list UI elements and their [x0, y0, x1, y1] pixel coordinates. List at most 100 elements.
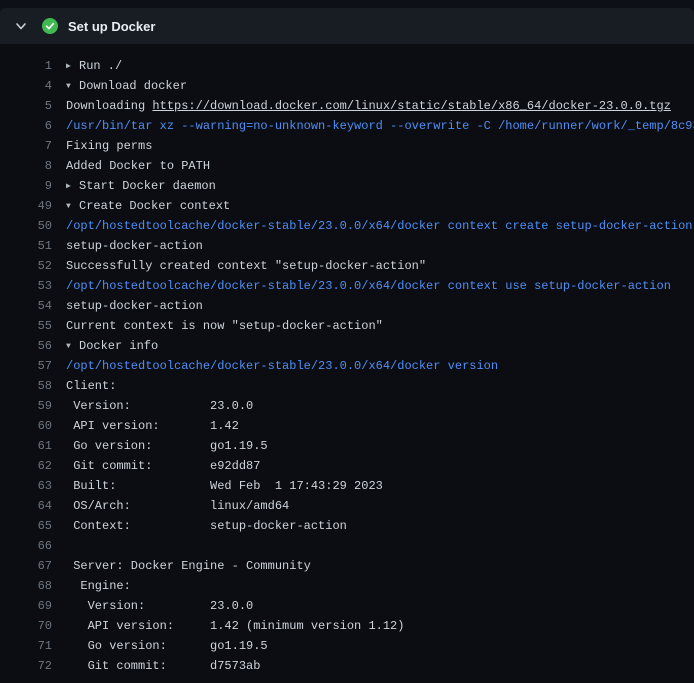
group-title: Start Docker daemon [79, 179, 216, 193]
line-number[interactable]: 54 [0, 296, 52, 316]
log-line-content: Engine: [66, 576, 694, 596]
line-number[interactable]: 7 [0, 136, 52, 156]
group-expanded-icon[interactable]: ▼ [66, 337, 79, 356]
log-line-content: /opt/hostedtoolcache/docker-stable/23.0.… [66, 276, 694, 296]
log-line: 67 Server: Docker Engine - Community [0, 556, 694, 576]
chevron-down-icon[interactable] [14, 19, 28, 33]
log-text: Git commit: e92dd87 [66, 459, 260, 473]
log-group-line[interactable]: 1 ▶Run ./ [0, 56, 694, 76]
line-number[interactable]: 72 [0, 656, 52, 676]
group-expanded-icon[interactable]: ▼ [66, 77, 79, 96]
log-text: Version: 23.0.0 [66, 399, 253, 413]
log-line-content: /opt/hostedtoolcache/docker-stable/23.0.… [66, 356, 694, 376]
log-text: Context: setup-docker-action [66, 519, 347, 533]
log-line: 5 Downloading https://download.docker.com… [0, 96, 694, 116]
log-line: 7 Fixing perms [0, 136, 694, 156]
line-number[interactable]: 4 [0, 76, 52, 96]
log-line-content: Fixing perms [66, 136, 694, 156]
log-line: 72 Git commit: d7573ab [0, 656, 694, 676]
log-text: Version: 23.0.0 [66, 599, 253, 613]
log-group-line[interactable]: 49 ▼Create Docker context [0, 196, 694, 216]
line-number[interactable]: 49 [0, 196, 52, 216]
log-line-content: Server: Docker Engine - Community [66, 556, 694, 576]
log-line-content: Go version: go1.19.5 [66, 436, 694, 456]
log-line: 61 Go version: go1.19.5 [0, 436, 694, 456]
log-line-content: /usr/bin/tar xz --warning=no-unknown-key… [66, 116, 694, 136]
line-number[interactable]: 64 [0, 496, 52, 516]
log-line: 54 setup-docker-action [0, 296, 694, 316]
line-number[interactable]: 68 [0, 576, 52, 596]
line-number[interactable]: 66 [0, 536, 52, 556]
line-number[interactable]: 69 [0, 596, 52, 616]
log-line-content: ▼Download docker [66, 76, 694, 96]
line-number[interactable]: 57 [0, 356, 52, 376]
log-line-content: ▼Create Docker context [66, 196, 694, 216]
log-lines: 1▶Run ./4▼Download docker5Downloading ht… [0, 44, 694, 683]
log-line: 60 API version: 1.42 [0, 416, 694, 436]
log-line: 55 Current context is now "setup-docker-a… [0, 316, 694, 336]
line-number[interactable]: 61 [0, 436, 52, 456]
line-number[interactable]: 63 [0, 476, 52, 496]
group-collapsed-icon[interactable]: ▶ [66, 177, 79, 196]
command-text: /opt/hostedtoolcache/docker-stable/23.0.… [66, 279, 671, 293]
line-number[interactable]: 70 [0, 616, 52, 636]
log-line: 58 Client: [0, 376, 694, 396]
line-number[interactable]: 52 [0, 256, 52, 276]
log-text: Go version: go1.19.5 [66, 639, 268, 653]
log-line: 53/opt/hostedtoolcache/docker-stable/23.… [0, 276, 694, 296]
line-number[interactable]: 65 [0, 516, 52, 536]
log-line: 62 Git commit: e92dd87 [0, 456, 694, 476]
step-header[interactable]: Set up Docker [0, 8, 694, 44]
line-number[interactable]: 60 [0, 416, 52, 436]
log-group-line[interactable]: 9 ▶Start Docker daemon [0, 176, 694, 196]
line-number[interactable]: 55 [0, 316, 52, 336]
line-number[interactable]: 59 [0, 396, 52, 416]
log-group-line[interactable]: 56 ▼Docker info [0, 336, 694, 356]
log-line-content: Built: Wed Feb 1 17:43:29 2023 [66, 476, 694, 496]
line-number[interactable]: 8 [0, 156, 52, 176]
download-url-link[interactable]: https://download.docker.com/linux/static… [152, 99, 670, 113]
log-text: Added Docker to PATH [66, 159, 210, 173]
log-text: OS/Arch: linux/amd64 [66, 499, 289, 513]
log-line-content: Git commit: d7573ab [66, 656, 694, 676]
step-title: Set up Docker [68, 19, 155, 34]
log-line-content: /opt/hostedtoolcache/docker-stable/23.0.… [66, 216, 694, 236]
log-line: 51setup-docker-action [0, 236, 694, 256]
line-number[interactable]: 58 [0, 376, 52, 396]
group-expanded-icon[interactable]: ▼ [66, 197, 79, 216]
log-text: Current context is now "setup-docker-act… [66, 319, 383, 333]
line-number[interactable]: 1 [0, 56, 52, 76]
command-text: /opt/hostedtoolcache/docker-stable/23.0.… [66, 359, 498, 373]
log-text: API version: 1.42 (minimum version 1.12) [66, 619, 404, 633]
log-text: Go version: go1.19.5 [66, 439, 268, 453]
log-line: 68 Engine: [0, 576, 694, 596]
line-number[interactable]: 50 [0, 216, 52, 236]
line-number[interactable]: 62 [0, 456, 52, 476]
group-collapsed-icon[interactable]: ▶ [66, 57, 79, 76]
log-line: 63 Built: Wed Feb 1 17:43:29 2023 [0, 476, 694, 496]
line-number[interactable]: 53 [0, 276, 52, 296]
log-text: setup-docker-action [66, 299, 203, 313]
log-line: 59 Version: 23.0.0 [0, 396, 694, 416]
log-text: Fixing perms [66, 139, 152, 153]
line-number[interactable]: 6 [0, 116, 52, 136]
log-line-content: Current context is now "setup-docker-act… [66, 316, 694, 336]
log-text: API version: 1.42 [66, 419, 239, 433]
line-number[interactable]: 56 [0, 336, 52, 356]
log-line-content [66, 536, 694, 556]
log-group-line[interactable]: 4 ▼Download docker [0, 76, 694, 96]
line-number[interactable]: 67 [0, 556, 52, 576]
log-text: Downloading [66, 99, 152, 113]
log-line-content: ▼Docker info [66, 336, 694, 356]
success-check-icon [42, 18, 58, 34]
log-line-content: ▶Start Docker daemon [66, 176, 694, 196]
line-number[interactable]: 71 [0, 636, 52, 656]
line-number[interactable]: 51 [0, 236, 52, 256]
group-title: Run ./ [79, 59, 122, 73]
log-line-content: Version: 23.0.0 [66, 396, 694, 416]
line-number[interactable]: 9 [0, 176, 52, 196]
log-line-content: Client: [66, 376, 694, 396]
line-number[interactable]: 5 [0, 96, 52, 116]
log-text: Built: Wed Feb 1 17:43:29 2023 [66, 479, 383, 493]
log-line-content: API version: 1.42 [66, 416, 694, 436]
